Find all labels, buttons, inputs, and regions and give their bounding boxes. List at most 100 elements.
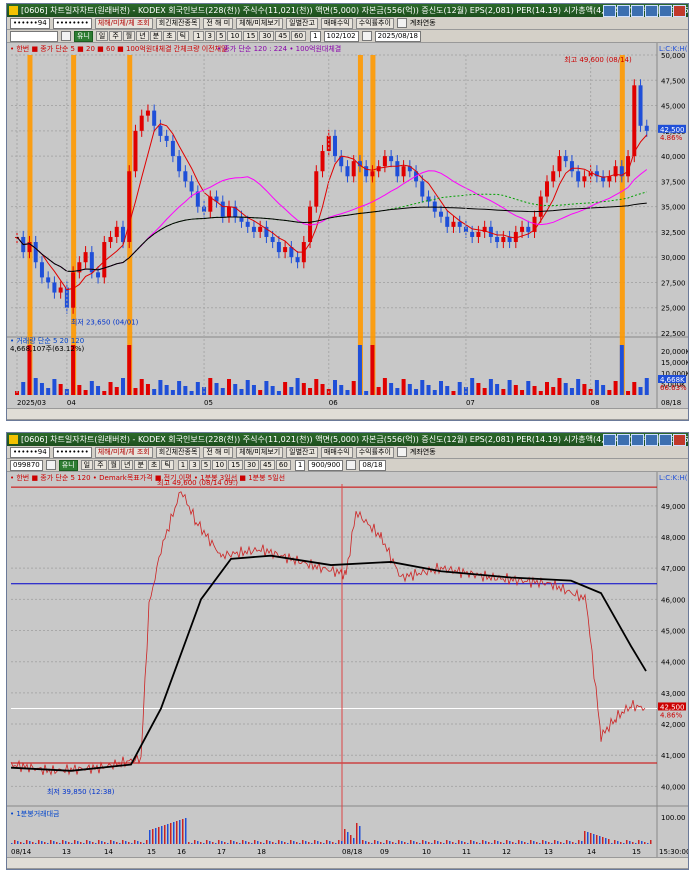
- interval-tab-6[interactable]: 45: [259, 459, 275, 470]
- date-field[interactable]: 2025/08/18: [374, 30, 421, 42]
- interval-tab-4[interactable]: 15: [228, 459, 244, 470]
- period-tab-3[interactable]: 년: [120, 459, 134, 470]
- period-tab-2[interactable]: 월: [107, 459, 120, 470]
- interval-tab-7[interactable]: 60: [291, 30, 307, 41]
- volume-bar: [439, 381, 443, 395]
- symbol-code-field[interactable]: [10, 30, 58, 42]
- window-min-icon[interactable]: [645, 5, 658, 17]
- date-field[interactable]: 08/18: [359, 459, 386, 471]
- period-tab-5[interactable]: 초: [163, 30, 176, 41]
- symbol-name[interactable]: 유니: [58, 459, 78, 471]
- interval-tab-1[interactable]: 3: [189, 459, 200, 470]
- window-min-icon[interactable]: [645, 434, 658, 446]
- period-tab-6[interactable]: 틱: [176, 30, 190, 41]
- symbol-name[interactable]: 유니: [74, 30, 93, 42]
- interval-tab-2[interactable]: 5: [216, 30, 227, 41]
- password-field[interactable]: ••••••••: [52, 446, 92, 458]
- window-close-icon[interactable]: [673, 5, 686, 17]
- profit-trend-button[interactable]: 수익률추이: [355, 446, 394, 458]
- interval-tab-0[interactable]: 1: [193, 30, 204, 41]
- window-max-icon[interactable]: [659, 434, 672, 446]
- account-select[interactable]: ••••••94: [10, 17, 50, 29]
- range-field[interactable]: 900/900: [308, 459, 344, 471]
- window-close-icon[interactable]: [673, 434, 686, 446]
- window-help-icon[interactable]: [603, 434, 616, 446]
- interval-tab-0[interactable]: 1: [177, 459, 189, 470]
- minute-line-chart[interactable]: 49,000 48,000 47,000 46,000 45,000 44,000 43,0…: [7, 472, 688, 857]
- interval-tab-4[interactable]: 15: [243, 30, 259, 41]
- period-tab-4[interactable]: 분: [149, 30, 163, 41]
- period-tab-6[interactable]: 틱: [161, 459, 174, 470]
- period-tab-4[interactable]: 분: [134, 459, 147, 470]
- volume-bar: [71, 843, 73, 844]
- range-field[interactable]: 102/102: [323, 30, 359, 42]
- symbol-code-field[interactable]: 099870: [10, 459, 43, 471]
- query-button[interactable]: 체해/미체/체 조회: [94, 446, 153, 458]
- window-titlebar[interactable]: [0606] 차트일자차트(원래버전) - KODEX 회국인보드(228(천)…: [7, 433, 688, 446]
- period-tab-0[interactable]: 일: [80, 459, 94, 470]
- volume-bar: [289, 387, 294, 395]
- window-settings-icon[interactable]: [617, 5, 630, 17]
- daily-balance-button[interactable]: 일별잔고: [286, 446, 318, 458]
- search-icon[interactable]: [45, 460, 56, 470]
- password-field[interactable]: ••••••••: [52, 17, 92, 29]
- query-button[interactable]: 체해/미체/체 조회: [94, 17, 153, 29]
- interval-tab-3[interactable]: 10: [212, 459, 228, 470]
- daily-chart-area[interactable]: 50,000 47,500 45,000 42,500 40,000 37,500 35,0…: [7, 43, 688, 408]
- interval-tab-5[interactable]: 30: [259, 30, 275, 41]
- window-link-icon[interactable]: [631, 434, 644, 446]
- volume-bar: [177, 381, 182, 395]
- window-help-icon[interactable]: [603, 5, 616, 17]
- price-tag: 42,500: [660, 126, 685, 134]
- filter-button[interactable]: 전 해 미: [203, 17, 234, 29]
- interval-tab-1[interactable]: 3: [204, 30, 215, 41]
- filter-button[interactable]: 전 해 미: [203, 446, 234, 458]
- volume-bar: [569, 388, 574, 395]
- account-select[interactable]: ••••••94: [10, 446, 50, 458]
- period-tab-3[interactable]: 년: [136, 30, 149, 41]
- window-max-icon[interactable]: [659, 5, 672, 17]
- period-tab-1[interactable]: 주: [109, 30, 122, 41]
- interval-tab-6[interactable]: 45: [275, 30, 291, 41]
- volume-bar: [191, 843, 193, 844]
- count-field[interactable]: 1: [310, 30, 321, 42]
- trade-profit-button[interactable]: 매매수익: [320, 446, 353, 458]
- volume-bar: [350, 835, 352, 844]
- view-orders-button[interactable]: 체해/미체보기: [236, 446, 284, 458]
- app-icon: [9, 6, 18, 15]
- minute-chart-area[interactable]: 49,000 48,000 47,000 46,000 45,000 44,000 43,0…: [7, 472, 688, 857]
- volume-bar: [344, 829, 346, 844]
- window-link-icon[interactable]: [631, 5, 644, 17]
- profit-trend-button[interactable]: 수익률추이: [355, 17, 394, 29]
- count-field[interactable]: 1: [294, 459, 306, 471]
- volume-bar: [569, 841, 571, 844]
- daily-candlestick-chart[interactable]: 50,000 47,500 45,000 42,500 40,000 37,500 35,0…: [7, 43, 688, 408]
- window-settings-icon[interactable]: [617, 434, 630, 446]
- holdings-button[interactable]: 회긴체잔종목: [155, 17, 201, 29]
- period-tab-5[interactable]: 초: [147, 459, 161, 470]
- period-tab-2[interactable]: 월: [122, 30, 136, 41]
- account-link-checkbox[interactable]: [396, 18, 407, 28]
- trade-profit-button[interactable]: 매매수익: [320, 17, 353, 29]
- period-tab-1[interactable]: 주: [94, 459, 107, 470]
- interval-tab-3[interactable]: 10: [227, 30, 243, 41]
- window-titlebar[interactable]: [0606] 차트일자차트(원래버전) - KODEX 회국인보드(228(천)…: [7, 4, 688, 17]
- volume-bar: [356, 823, 358, 844]
- calendar-icon[interactable]: [361, 31, 372, 41]
- calendar-icon[interactable]: [346, 460, 357, 470]
- period-tab-0[interactable]: 일: [95, 30, 109, 41]
- search-icon[interactable]: [61, 31, 71, 41]
- volume-bar: [566, 840, 568, 844]
- daily-balance-button[interactable]: 일별잔고: [286, 17, 318, 29]
- volume-bar: [518, 840, 520, 844]
- interval-tab-5[interactable]: 30: [244, 459, 259, 470]
- price-change-tag: 4.86%: [660, 711, 683, 719]
- scroll-bar[interactable]: [7, 408, 688, 420]
- interval-tab-7[interactable]: 60: [275, 459, 291, 470]
- holdings-button[interactable]: 회긴체잔종목: [155, 446, 201, 458]
- account-link-checkbox[interactable]: [396, 447, 407, 457]
- volume-bar: [339, 385, 344, 395]
- scroll-bar[interactable]: [7, 857, 688, 869]
- view-orders-button[interactable]: 체해/미체보기: [236, 17, 284, 29]
- interval-tab-2[interactable]: 5: [200, 459, 212, 470]
